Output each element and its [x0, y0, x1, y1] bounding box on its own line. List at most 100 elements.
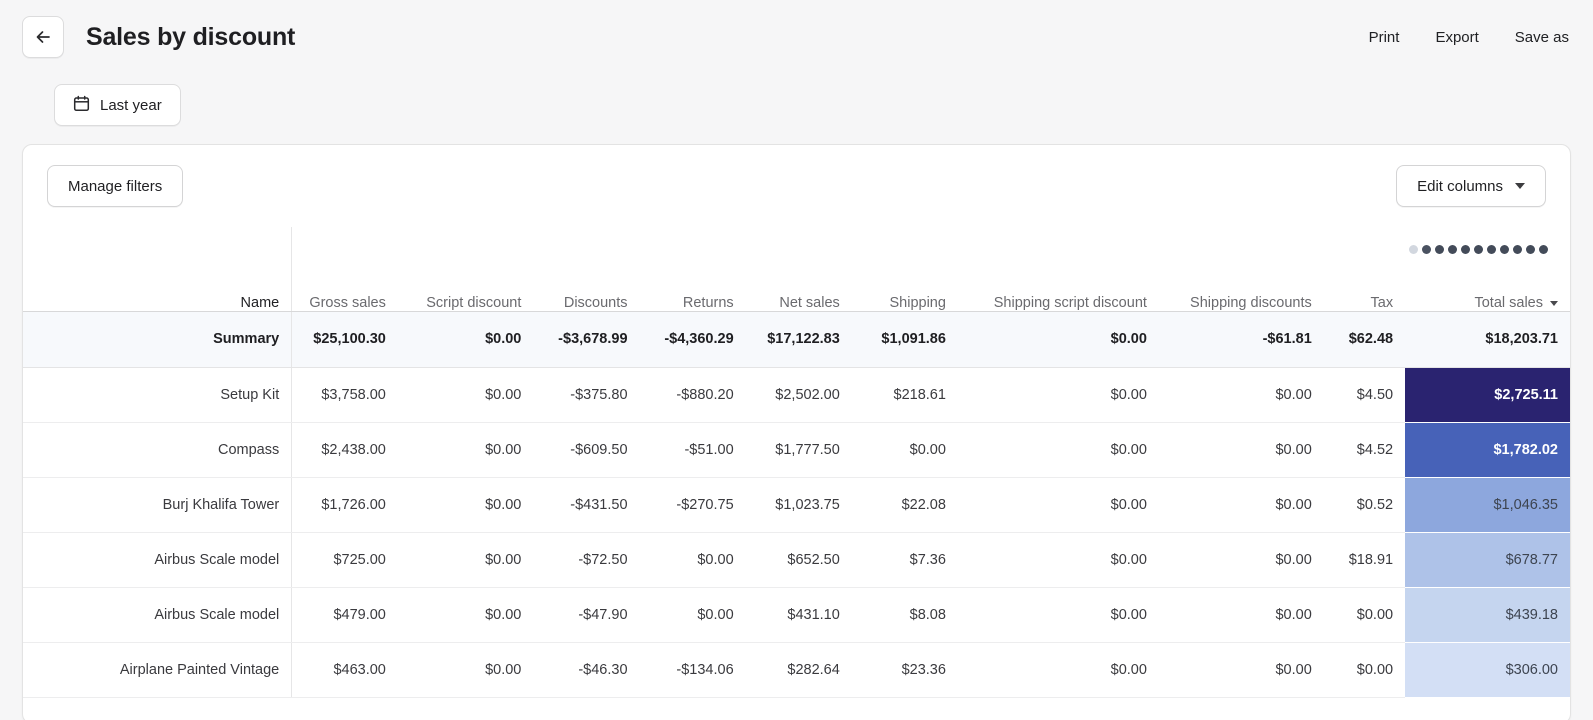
edit-columns-button[interactable]: Edit columns — [1396, 165, 1546, 207]
scale-dot — [1461, 245, 1470, 254]
column-header-returns[interactable]: Returns — [639, 227, 746, 312]
date-range-button[interactable]: Last year — [54, 84, 181, 126]
cell-tax: $4.52 — [1323, 422, 1406, 478]
table-container: Name Gross sales Script discount Discoun… — [23, 227, 1570, 698]
vertical-scrollbar[interactable] — [1565, 227, 1570, 698]
column-header-discounts[interactable]: Discounts — [533, 227, 640, 312]
cell-tax: $0.00 — [1323, 587, 1406, 643]
scale-dot — [1422, 245, 1431, 254]
cell-name: Airplane Painted Vintage — [23, 642, 293, 698]
manage-filters-button[interactable]: Manage filters — [47, 165, 184, 207]
cell-net-sales: $282.64 — [745, 642, 852, 698]
cell-shipping-discounts: $0.00 — [1158, 532, 1324, 588]
cell-shipping-discounts: $0.00 — [1158, 477, 1324, 533]
cell-shipping-discounts: $0.00 — [1158, 587, 1324, 643]
cell-net-sales: $1,777.50 — [745, 422, 852, 478]
cell-name: Airbus Scale model — [23, 532, 293, 588]
cell-total-sales: $678.77 — [1405, 532, 1570, 588]
cell-shipping: $7.36 — [851, 532, 958, 588]
cell-shipping-script-discount: $0.00 — [957, 422, 1159, 478]
cell-gross-sales: $463.00 — [291, 642, 398, 698]
cell-shipping-script-discount: $0.00 — [957, 532, 1159, 588]
sales-by-discount-table: Name Gross sales Script discount Discoun… — [23, 227, 1570, 698]
cell-net-sales: $652.50 — [745, 532, 852, 588]
table-row[interactable]: Burj Khalifa Tower $1,726.00 $0.00 -$431.50… — [23, 477, 1570, 533]
report-card: Manage filters Edit columns Name Gross s… — [22, 144, 1571, 720]
cell-shipping-script-discount: $0.00 — [957, 477, 1159, 533]
cell-returns: $0.00 — [639, 587, 746, 643]
cell-discounts: -$46.30 — [533, 642, 640, 698]
table-row[interactable]: Airplane Painted Vintage $463.00 $0.00 -$46… — [23, 642, 1570, 698]
column-header-shipping[interactable]: Shipping — [851, 227, 958, 312]
scale-dot — [1500, 245, 1509, 254]
cell-gross-sales: $479.00 — [291, 587, 398, 643]
column-header-tax[interactable]: Tax — [1323, 227, 1406, 312]
column-header-total-sales[interactable]: Total sales — [1405, 227, 1570, 312]
cell-shipping-script-discount: $0.00 — [957, 642, 1159, 698]
cell-script-discount: $0.00 — [397, 477, 534, 533]
table-row[interactable]: Setup Kit $3,758.00 $0.00 -$375.80 -$880.20 $… — [23, 367, 1570, 423]
cell-tax: $0.00 — [1323, 642, 1406, 698]
card-toolbar: Manage filters Edit columns — [23, 145, 1570, 227]
cell-shipping-script-discount: $0.00 — [957, 367, 1159, 423]
cell-net-sales: $1,023.75 — [745, 477, 852, 533]
table-row[interactable]: Airbus Scale model $479.00 $0.00 -$47.90 $0.… — [23, 587, 1570, 643]
column-header-net-sales[interactable]: Net sales — [745, 227, 852, 312]
print-button[interactable]: Print — [1351, 21, 1418, 54]
cell-discounts: -$609.50 — [533, 422, 640, 478]
cell-name: Airbus Scale model — [23, 587, 293, 643]
cell-net-sales: $2,502.00 — [745, 367, 852, 423]
scale-dot — [1487, 245, 1496, 254]
cell-gross-sales: $725.00 — [291, 532, 398, 588]
cell-returns: -$51.00 — [639, 422, 746, 478]
cell-shipping: $8.08 — [851, 587, 958, 643]
cell-returns: -$4,360.29 — [639, 311, 746, 368]
scale-dot — [1474, 245, 1483, 254]
cell-script-discount: $0.00 — [397, 311, 534, 368]
column-header-name[interactable]: Name — [23, 227, 293, 312]
page-title: Sales by discount — [86, 22, 296, 51]
cell-name: Setup Kit — [23, 367, 293, 423]
cell-shipping: $1,091.86 — [851, 311, 958, 368]
cell-shipping-script-discount: $0.00 — [957, 587, 1159, 643]
save-as-button[interactable]: Save as — [1497, 21, 1569, 54]
cell-shipping: $218.61 — [851, 367, 958, 423]
scale-dot — [1448, 245, 1457, 254]
cell-total-sales: $439.18 — [1405, 587, 1570, 643]
calendar-icon — [73, 95, 90, 116]
table-row[interactable]: Airbus Scale model $725.00 $0.00 -$72.50 $0.… — [23, 532, 1570, 588]
cell-returns: -$270.75 — [639, 477, 746, 533]
table-row[interactable]: Compass $2,438.00 $0.00 -$609.50 -$51.00 $1,7… — [23, 422, 1570, 478]
cell-script-discount: $0.00 — [397, 422, 534, 478]
table-row-summary[interactable]: Summary $25,100.30 $0.00 -$3,678.99 -$4,360.… — [23, 311, 1570, 368]
scale-dot — [1539, 245, 1548, 254]
cell-tax: $4.50 — [1323, 367, 1406, 423]
cell-name: Burj Khalifa Tower — [23, 477, 293, 533]
column-header-shipping-script-discount[interactable]: Shipping script discount — [957, 227, 1159, 312]
cell-script-discount: $0.00 — [397, 587, 534, 643]
cell-shipping-discounts: $0.00 — [1158, 367, 1324, 423]
cell-shipping-discounts: $0.00 — [1158, 642, 1324, 698]
column-header-script-discount[interactable]: Script discount — [397, 227, 534, 312]
scale-dot — [1513, 245, 1522, 254]
cell-total-sales: $1,782.02 — [1405, 422, 1570, 478]
cell-shipping: $23.36 — [851, 642, 958, 698]
top-bar-actions: Print Export Save as — [1351, 21, 1569, 54]
back-button[interactable] — [22, 16, 64, 58]
chevron-down-icon — [1515, 183, 1525, 189]
cell-discounts: -$3,678.99 — [533, 311, 640, 368]
column-header-gross-sales[interactable]: Gross sales — [291, 227, 398, 312]
cell-shipping-script-discount: $0.00 — [957, 311, 1159, 368]
export-button[interactable]: Export — [1417, 21, 1496, 54]
column-header-shipping-discounts[interactable]: Shipping discounts — [1158, 227, 1324, 312]
cell-returns: -$880.20 — [639, 367, 746, 423]
cell-script-discount: $0.00 — [397, 367, 534, 423]
cell-gross-sales: $2,438.00 — [291, 422, 398, 478]
cell-discounts: -$72.50 — [533, 532, 640, 588]
chevron-down-icon[interactable] — [1550, 300, 1558, 306]
heatmap-scale-legend — [1405, 245, 1548, 254]
cell-shipping: $22.08 — [851, 477, 958, 533]
table-header-row: Name Gross sales Script discount Discoun… — [23, 227, 1570, 312]
table-body: Summary $25,100.30 $0.00 -$3,678.99 -$4,360.… — [23, 311, 1570, 698]
cell-shipping: $0.00 — [851, 422, 958, 478]
